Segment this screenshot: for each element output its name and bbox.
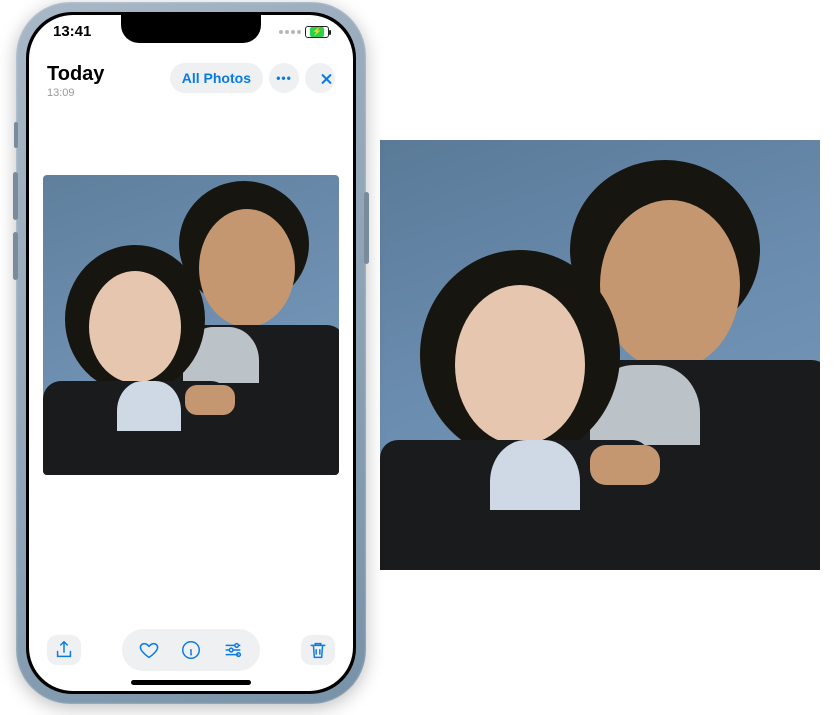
- close-button[interactable]: [305, 63, 335, 93]
- home-indicator[interactable]: [131, 680, 251, 685]
- share-button[interactable]: [47, 635, 81, 665]
- volume-up-button[interactable]: [13, 172, 18, 220]
- share-icon: [53, 639, 75, 661]
- iphone-frame: 13:41 ⚡ Today 13:09 A: [16, 2, 366, 704]
- header: Today 13:09 All Photos •••: [29, 55, 353, 109]
- battery-icon: ⚡: [305, 26, 329, 38]
- photo-large: [380, 140, 820, 570]
- bottom-toolbar: [29, 629, 353, 671]
- volume-down-button[interactable]: [13, 232, 18, 280]
- page-title: Today: [47, 63, 104, 86]
- photo-time: 13:09: [47, 87, 104, 99]
- power-button[interactable]: [364, 192, 369, 264]
- trash-icon: [307, 639, 329, 661]
- status-clock: 13:41: [53, 23, 91, 40]
- sliders-icon: [222, 639, 244, 661]
- notch: [121, 15, 261, 43]
- delete-button[interactable]: [301, 635, 335, 665]
- heart-icon: [138, 639, 160, 661]
- mute-switch[interactable]: [14, 122, 18, 148]
- info-icon: [180, 639, 202, 661]
- cellular-icon: [279, 30, 301, 34]
- info-button[interactable]: [174, 635, 208, 665]
- screen: 13:41 ⚡ Today 13:09 A: [29, 15, 353, 691]
- edit-button[interactable]: [216, 635, 250, 665]
- photo-preview[interactable]: [43, 175, 339, 475]
- more-button[interactable]: •••: [269, 63, 299, 93]
- favorite-button[interactable]: [132, 635, 166, 665]
- all-photos-button[interactable]: All Photos: [170, 63, 263, 93]
